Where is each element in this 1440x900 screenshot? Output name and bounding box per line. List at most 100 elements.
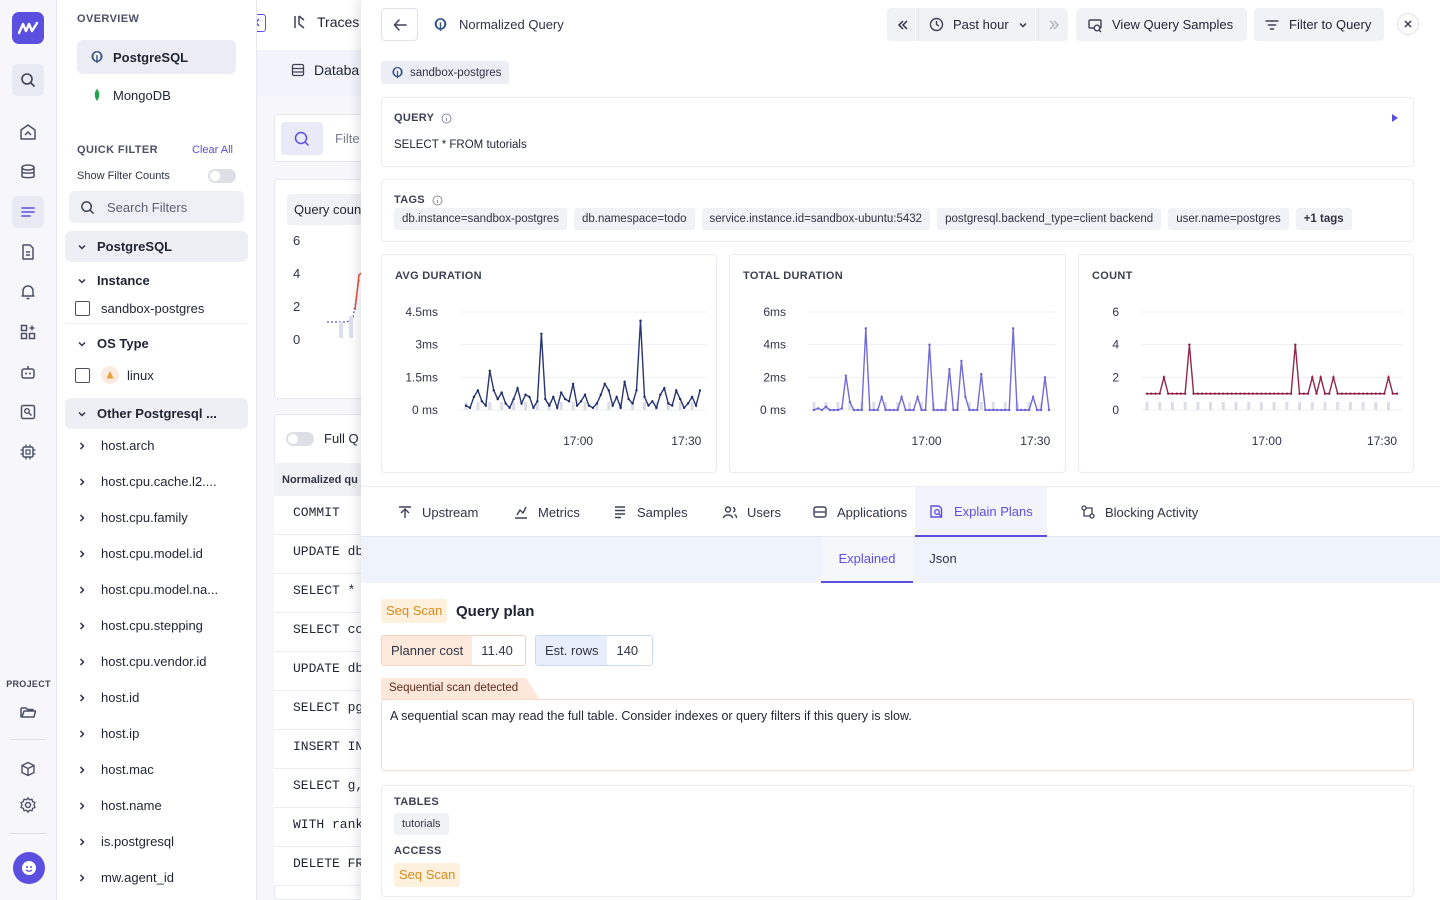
alert-icon[interactable] [12, 276, 44, 308]
filter-search-input[interactable]: Search Filters [69, 191, 244, 223]
tag-chip[interactable]: postgresql.backend_type=client backend [937, 208, 1162, 230]
instance-chip[interactable]: sandbox-postgres [381, 61, 510, 84]
query-row[interactable]: SELECT g, [274, 769, 367, 808]
sample-bar [642, 402, 646, 410]
query-row[interactable]: SELECT * [274, 574, 367, 613]
query-row[interactable]: DELETE FR [274, 847, 367, 886]
filter-group-attribute[interactable]: host.cpu.stepping [77, 618, 203, 633]
tab-users[interactable]: Users [722, 487, 781, 537]
collapse-panel-icon[interactable] [257, 14, 266, 32]
tab-upstream[interactable]: Upstream [397, 487, 478, 537]
full-query-toggle[interactable] [286, 432, 314, 446]
settings-icon[interactable] [12, 789, 44, 821]
clear-all-link[interactable]: Clear All [192, 144, 233, 156]
close-button[interactable] [1397, 13, 1419, 35]
data-point [1255, 392, 1259, 395]
tab-samples[interactable]: Samples [612, 487, 688, 537]
info-icon [432, 195, 443, 206]
dashboard-icon[interactable] [12, 116, 44, 148]
robot-icon[interactable] [12, 356, 44, 388]
filter-to-query-button[interactable]: Filter to Query [1254, 8, 1384, 41]
data-point [647, 404, 650, 407]
data-point [635, 389, 638, 392]
filter-group-postgresql[interactable]: PostgreSQL [65, 231, 248, 262]
apps-icon[interactable] [12, 316, 44, 348]
filter-group-attribute[interactable]: host.cpu.family [77, 510, 188, 525]
filter-group-other[interactable]: Other Postgresql ... [65, 398, 248, 429]
filter-group-attribute[interactable]: host.id [77, 690, 139, 705]
blocking-activity-icon [1080, 504, 1096, 520]
filter-sparkle-icon[interactable] [281, 122, 323, 155]
more-tags-button[interactable]: +1 tags [1295, 208, 1352, 230]
filter-group-attribute[interactable]: host.cpu.cache.l2.... [77, 474, 217, 489]
query-row[interactable]: WITH rank [274, 808, 367, 847]
tab-label: Users [747, 504, 781, 520]
query-count-tick-label: 0 [293, 332, 301, 347]
query-card: QUERY SELECT * FROM tutorials [381, 97, 1414, 167]
chevron-down-icon [77, 409, 87, 419]
view-query-samples-button[interactable]: View Query Samples [1076, 8, 1247, 41]
chevron-down-icon [77, 242, 87, 252]
database-icon[interactable] [12, 156, 44, 188]
tab-metrics[interactable]: Metrics [513, 487, 580, 537]
back-button[interactable] [381, 8, 418, 41]
package-icon[interactable] [12, 753, 44, 785]
chevron-right-icon [77, 873, 87, 883]
checkbox[interactable] [75, 367, 90, 383]
warning-text: A sequential scan may read the full tabl… [390, 709, 912, 723]
chip-icon[interactable] [12, 436, 44, 468]
instance-checkbox-row[interactable]: sandbox-postgres [75, 301, 204, 316]
data-point [1234, 392, 1238, 395]
user-search-icon[interactable] [12, 396, 44, 428]
query-row[interactable]: SELECT co [274, 613, 367, 652]
subtab-explained[interactable]: Explained [821, 537, 913, 583]
query-row[interactable]: UPDATE db [274, 535, 367, 574]
filter-group-os-type[interactable]: OS Type [65, 328, 248, 359]
query-row[interactable]: UPDATE db [274, 652, 367, 691]
logs-icon[interactable] [12, 196, 44, 228]
filter-group-attribute[interactable]: host.arch [77, 438, 154, 453]
tab-applications[interactable]: Applications [812, 487, 907, 537]
sample-bar [512, 402, 516, 410]
checkbox[interactable] [75, 301, 90, 316]
tab-explain-plans[interactable]: Explain Plans [915, 487, 1047, 537]
next-range-button[interactable] [1038, 8, 1068, 41]
tab-blocking-activity[interactable]: Blocking Activity [1080, 487, 1198, 537]
time-range-select[interactable]: Past hour [919, 8, 1038, 41]
search-icon[interactable] [12, 64, 44, 96]
sample-bar [1183, 402, 1187, 410]
filter-group-attribute[interactable]: is.postgresql [77, 834, 174, 849]
query-row[interactable]: SELECT pg [274, 691, 367, 730]
query-row[interactable]: INSERT IN [274, 730, 367, 769]
group-label: Other Postgresql ... [97, 406, 217, 421]
previous-range-button[interactable] [887, 8, 919, 41]
database-option-mongodb[interactable]: MongoDB [77, 78, 236, 112]
os-checkbox-row[interactable]: linux [75, 366, 154, 384]
databases-tab[interactable]: Databa [291, 62, 359, 78]
avatar-icon[interactable] [13, 852, 45, 884]
folder-icon[interactable] [12, 696, 44, 728]
data-point [1328, 392, 1331, 395]
show-filter-counts-toggle[interactable] [208, 169, 236, 183]
table-chip[interactable]: tutorials [394, 813, 449, 835]
tag-chip[interactable]: db.namespace=todo [573, 208, 695, 230]
database-option-postgresql[interactable]: PostgreSQL [77, 40, 236, 74]
filter-group-attribute[interactable]: host.cpu.vendor.id [77, 654, 207, 669]
filter-group-attribute[interactable]: host.cpu.model.na... [77, 582, 218, 597]
filter-group-attribute[interactable]: mw.agent_id [77, 870, 174, 885]
query-row[interactable]: COMMIT [274, 496, 367, 535]
filter-group-attribute[interactable]: host.cpu.model.id [77, 546, 203, 561]
tag-chip[interactable]: db.instance=sandbox-postgres [394, 208, 567, 230]
filter-group-attribute[interactable]: host.ip [77, 726, 139, 741]
data-point [682, 406, 686, 410]
traces-nav[interactable]: Traces [292, 14, 359, 30]
expand-query-icon[interactable] [1391, 113, 1399, 123]
filter-group-instance[interactable]: Instance [65, 265, 248, 296]
filter-group-attribute[interactable]: host.name [77, 798, 162, 813]
tag-chip[interactable]: user.name=postgres [1168, 208, 1289, 230]
document-icon[interactable] [12, 236, 44, 268]
logo-icon[interactable] [12, 12, 44, 44]
subtab-json[interactable]: Json [913, 537, 973, 583]
filter-group-attribute[interactable]: host.mac [77, 762, 154, 777]
tag-chip[interactable]: service.instance.id=sandbox-ubuntu:5432 [701, 208, 931, 230]
